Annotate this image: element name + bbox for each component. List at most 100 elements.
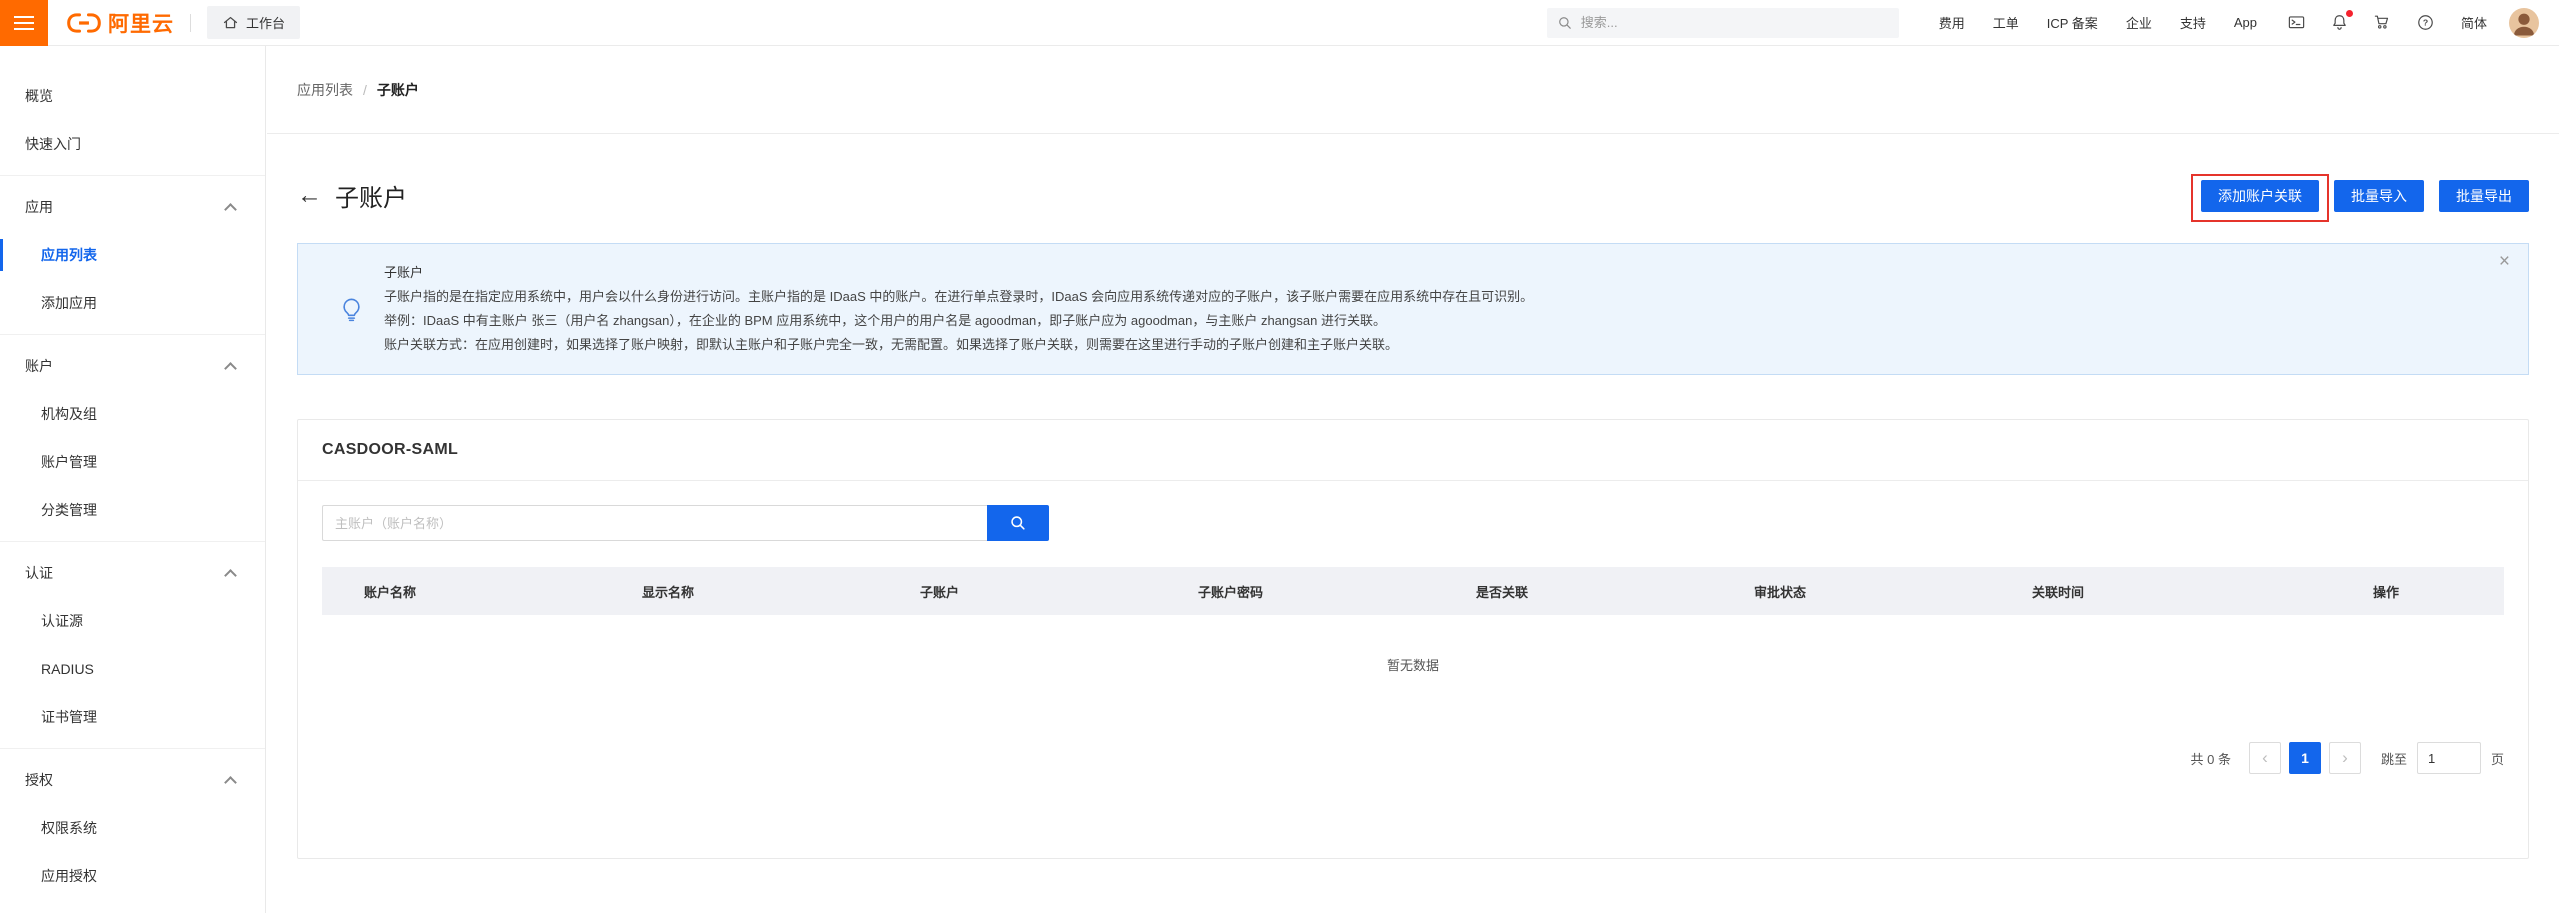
sidebar-group-application[interactable]: 应用 xyxy=(0,183,265,231)
banner-text: 子账户 子账户指的是在指定应用系统中，用户会以什么身份进行访问。主账户指的是 I… xyxy=(384,261,1533,357)
sidebar-group-account-label: 账户 xyxy=(25,342,53,390)
sidebar-item-cert-management[interactable]: 证书管理 xyxy=(0,693,265,741)
sidebar-group-authentication[interactable]: 认证 xyxy=(0,549,265,597)
banner-line-1: 子账户指的是在指定应用系统中，用户会以什么身份进行访问。主账户指的是 IDaaS… xyxy=(384,285,1533,309)
user-avatar[interactable] xyxy=(2509,8,2539,38)
breadcrumb: 应用列表 / 子账户 xyxy=(267,46,2559,134)
table-header-account-name: 账户名称 xyxy=(322,582,600,601)
sidebar-item-category-management[interactable]: 分类管理 xyxy=(0,486,265,534)
card-body: 账户名称 显示名称 子账户 子账户密码 是否关联 审批状态 关联时间 操作 暂无… xyxy=(298,481,2528,794)
topbar-search-input[interactable] xyxy=(1581,15,1889,30)
notification-dot xyxy=(2346,10,2353,17)
search-button[interactable] xyxy=(987,505,1049,541)
sidebar-item-auth-sources[interactable]: 认证源 xyxy=(0,597,265,645)
topbar-search[interactable] xyxy=(1547,8,1899,38)
table-header-sub-account-password: 子账户密码 xyxy=(1156,582,1434,601)
topbar-nav-billing[interactable]: 费用 xyxy=(1939,13,1965,32)
workbench-button[interactable]: 工作台 xyxy=(207,6,300,39)
topbar-nav: 费用 工单 ICP 备案 企业 支持 App xyxy=(1925,13,2271,32)
sidebar-item-quickstart[interactable]: 快速入门 xyxy=(0,120,265,168)
chevron-up-icon xyxy=(224,203,237,216)
table-header-sub-account: 子账户 xyxy=(878,582,1156,601)
pagination: 共 0 条 ‹ 1 › 跳至 页 xyxy=(322,742,2504,774)
add-account-association-button[interactable]: 添加账户关联 xyxy=(2201,180,2319,212)
search-icon xyxy=(1557,15,1573,31)
sidebar-group-authorization-label: 授权 xyxy=(25,756,53,804)
table-empty-state: 暂无数据 xyxy=(322,615,2504,684)
batch-export-button[interactable]: 批量导出 xyxy=(2439,180,2529,212)
sidebar-item-add-app[interactable]: 添加应用 xyxy=(0,279,265,327)
pagination-jump-label: 跳至 xyxy=(2381,749,2407,768)
console-icon[interactable] xyxy=(2287,13,2306,32)
table-header-is-associated: 是否关联 xyxy=(1434,582,1712,601)
workbench-label: 工作台 xyxy=(246,13,285,32)
cart-icon[interactable] xyxy=(2373,13,2392,32)
aliyun-logo-text: 阿里云 xyxy=(108,8,174,38)
bulb-icon xyxy=(318,261,384,357)
table-header-association-time: 关联时间 xyxy=(1990,582,2268,601)
aliyun-logo[interactable]: 阿里云 xyxy=(66,8,174,38)
divider xyxy=(0,175,265,176)
divider xyxy=(0,334,265,335)
pagination-jump-input[interactable] xyxy=(2417,742,2481,774)
pagination-page-1[interactable]: 1 xyxy=(2289,742,2321,774)
help-icon[interactable]: ? xyxy=(2416,13,2435,32)
hamburger-menu-button[interactable] xyxy=(0,0,48,46)
batch-import-button[interactable]: 批量导入 xyxy=(2334,180,2424,212)
banner-line-2: 举例：IDaaS 中有主账户 张三（用户名 zhangsan），在企业的 BPM… xyxy=(384,309,1533,333)
breadcrumb-current: 子账户 xyxy=(377,80,419,100)
page-title-text: 子账户 xyxy=(335,178,407,213)
banner-title: 子账户 xyxy=(384,261,1533,285)
sidebar-item-overview[interactable]: 概览 xyxy=(0,72,265,120)
action-buttons: 添加账户关联 批量导入 批量导出 xyxy=(2186,180,2529,212)
chevron-up-icon xyxy=(224,569,237,582)
back-arrow-icon[interactable]: ← xyxy=(297,183,322,208)
table-header-row: 账户名称 显示名称 子账户 子账户密码 是否关联 审批状态 关联时间 操作 xyxy=(322,567,2504,615)
sidebar-group-authorization[interactable]: 授权 xyxy=(0,756,265,804)
chevron-up-icon xyxy=(224,776,237,789)
aliyun-logo-icon xyxy=(66,10,102,36)
sidebar-item-account-management[interactable]: 账户管理 xyxy=(0,438,265,486)
topbar-icons: ? xyxy=(2275,13,2447,32)
application-card: CASDOOR-SAML 账户名称 显示名称 子账户 子账户密码 是否关联 审批… xyxy=(297,419,2529,859)
topbar-nav-icp-filing[interactable]: ICP 备案 xyxy=(2047,13,2098,32)
account-search-input[interactable] xyxy=(322,505,987,541)
table-header-display-name: 显示名称 xyxy=(600,582,878,601)
banner-line-3: 账户关联方式：在应用创建时，如果选择了账户映射，即默认主账户和子账户完全一致，无… xyxy=(384,333,1533,357)
sidebar-item-org-groups[interactable]: 机构及组 xyxy=(0,390,265,438)
topbar-nav-enterprise[interactable]: 企业 xyxy=(2126,13,2152,32)
sidebar-item-app-authorization[interactable]: 应用授权 xyxy=(0,852,265,900)
info-banner: 子账户 子账户指的是在指定应用系统中，用户会以什么身份进行访问。主账户指的是 I… xyxy=(297,243,2529,375)
pagination-total: 共 0 条 xyxy=(2191,749,2231,768)
svg-text:?: ? xyxy=(2423,18,2428,28)
sidebar-group-authentication-label: 认证 xyxy=(25,549,53,597)
topbar-nav-tickets[interactable]: 工单 xyxy=(1993,13,2019,32)
topbar-nav-app[interactable]: App xyxy=(2234,15,2257,30)
sidebar-item-radius[interactable]: RADIUS xyxy=(0,645,265,693)
pagination-page-unit: 页 xyxy=(2491,749,2504,768)
notification-bell-icon[interactable] xyxy=(2330,13,2349,32)
divider xyxy=(0,748,265,749)
sidebar: 概览 快速入门 应用 应用列表 添加应用 账户 机构及组 账户管理 分类管理 认… xyxy=(0,46,266,913)
home-icon xyxy=(222,14,239,31)
main-content: 应用列表 / 子账户 ← 子账户 添加账户关联 批量导入 批量导出 子账户 xyxy=(267,46,2559,913)
sidebar-item-app-list[interactable]: 应用列表 xyxy=(0,231,265,279)
table-header-approval-status: 审批状态 xyxy=(1712,582,1990,601)
breadcrumb-separator: / xyxy=(363,82,367,98)
chevron-up-icon xyxy=(224,362,237,375)
pagination-prev-button[interactable]: ‹ xyxy=(2249,742,2281,774)
table-header-operation: 操作 xyxy=(2268,582,2504,601)
divider xyxy=(190,14,191,32)
pagination-next-button[interactable]: › xyxy=(2329,742,2361,774)
divider xyxy=(0,541,265,542)
close-icon[interactable]: × xyxy=(2499,252,2510,271)
language-selector[interactable]: 简体 xyxy=(2461,13,2487,32)
sidebar-item-permission-system[interactable]: 权限系统 xyxy=(0,804,265,852)
topbar: 阿里云 工作台 费用 工单 ICP 备案 企业 支持 App xyxy=(0,0,2559,46)
topbar-nav-support[interactable]: 支持 xyxy=(2180,13,2206,32)
page-title: ← 子账户 xyxy=(297,178,407,213)
sidebar-group-account[interactable]: 账户 xyxy=(0,342,265,390)
card-title: CASDOOR-SAML xyxy=(298,420,2528,481)
sidebar-group-application-label: 应用 xyxy=(25,183,53,231)
breadcrumb-app-list[interactable]: 应用列表 xyxy=(297,80,353,100)
